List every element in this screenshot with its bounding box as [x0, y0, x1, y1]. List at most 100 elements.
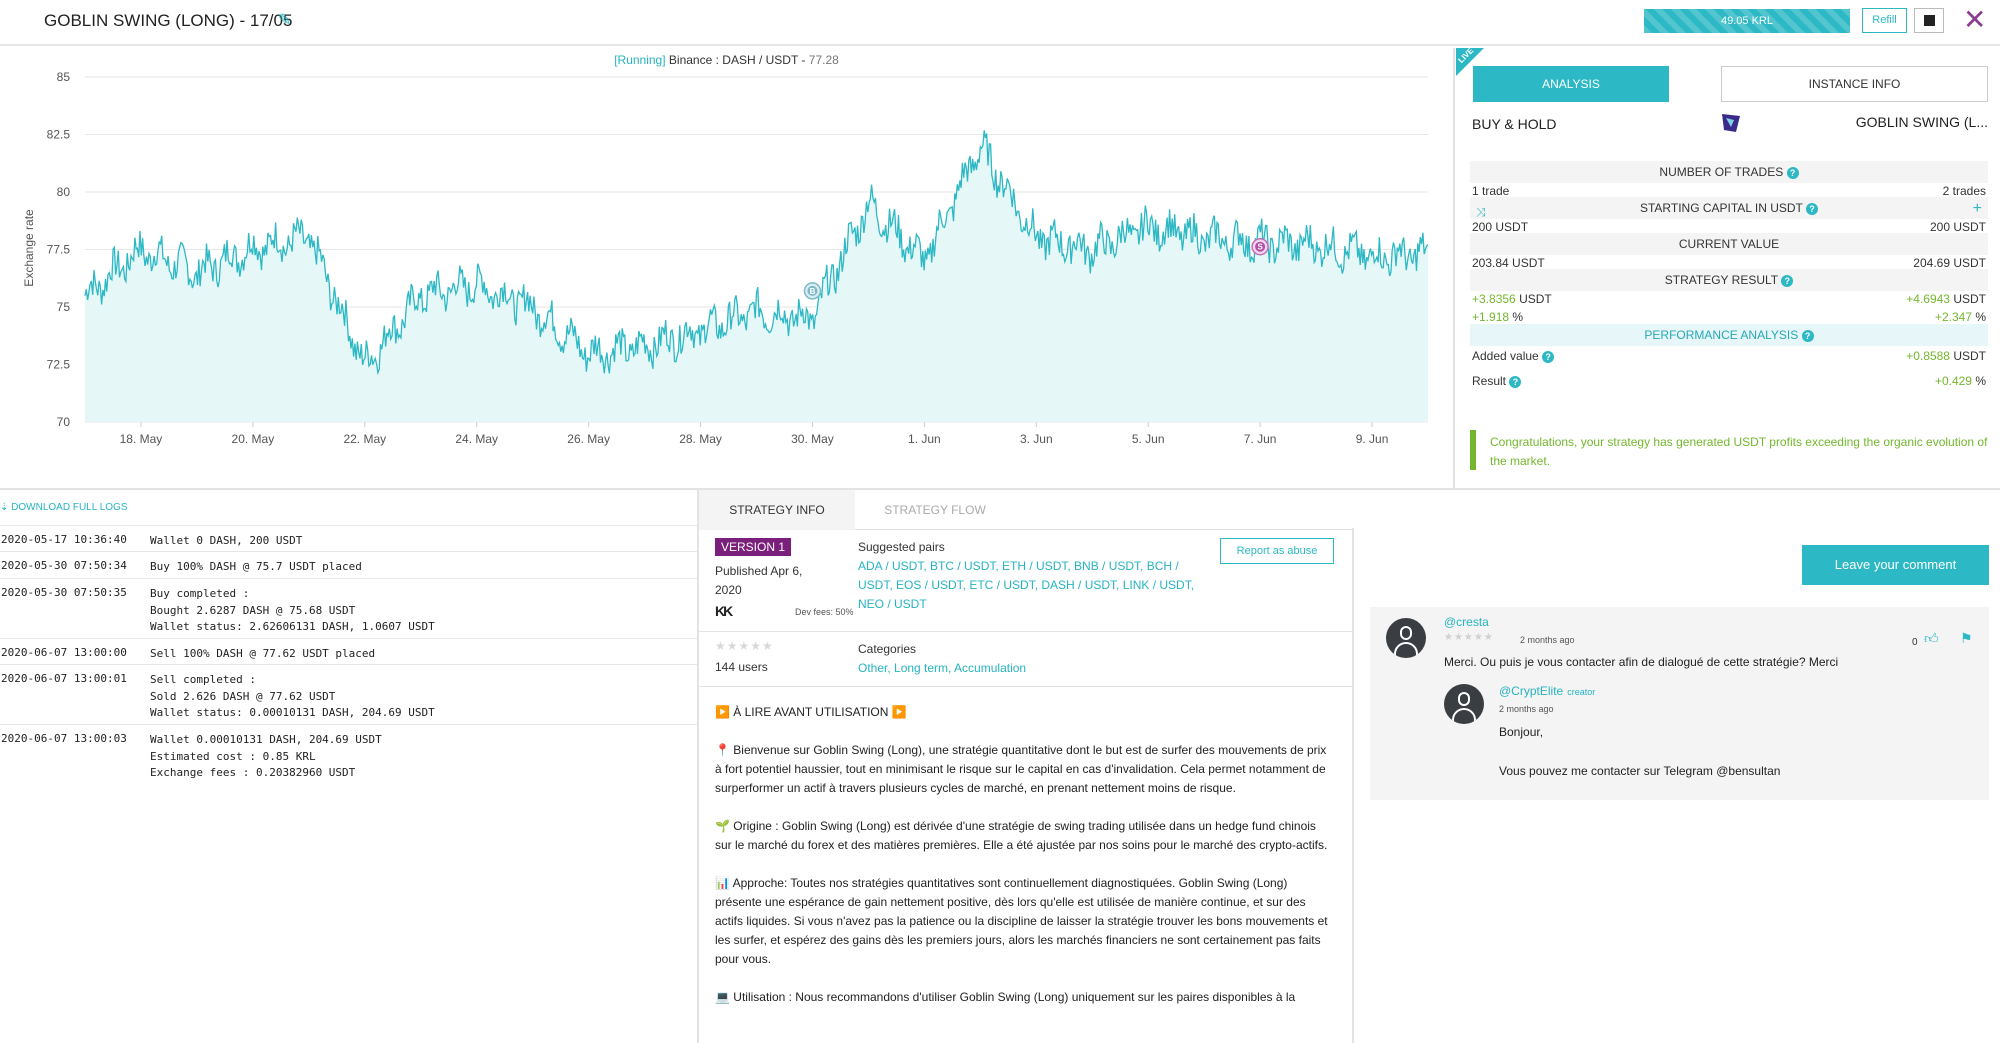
flag-icon[interactable]: ⚑ [1960, 630, 1973, 647]
version-badge: VERSION 1 [715, 538, 792, 556]
page-title: GOBLIN SWING (LONG) - 17/05 [44, 11, 293, 30]
help-icon[interactable]: ? [1509, 375, 1522, 388]
stop-button[interactable] [1914, 8, 1944, 33]
x-tick-label: 24. May [455, 432, 498, 446]
suggested-pairs-list[interactable]: ADA / USDT, BTC / USDT, ETH / USDT, BNB … [858, 557, 1198, 614]
y-tick-label: 82.5 [47, 128, 71, 142]
creator-tag: creator [1567, 687, 1596, 697]
capital-label: STARTING CAPITAL IN USDT [1639, 201, 1803, 215]
reply-date: 2 months ago [1499, 704, 1554, 714]
help-icon[interactable]: ? [1801, 329, 1814, 342]
strategy-result-label: STRATEGY RESULT [1664, 273, 1778, 287]
y-tick-label: 72.5 [47, 358, 71, 372]
log-message: Buy completed : Bought 2.6287 DASH @ 75.… [150, 587, 435, 633]
divider [699, 631, 1352, 632]
num-trades-label: NUMBER OF TRADES [1659, 165, 1784, 179]
x-tick-label: 7. Jun [1244, 432, 1277, 446]
description-paragraph: 📍 Bienvenue sur Goblin Swing (Long), une… [715, 743, 1327, 795]
log-timestamp: 2020-05-30 07:50:35 [1, 586, 127, 599]
strategy-tabs: STRATEGY INFO STRATEGY FLOW [699, 490, 1352, 530]
y-axis-label: Exchange rate [22, 209, 36, 287]
log-message: Wallet 0 DASH, 200 USDT [150, 534, 303, 547]
comment-author[interactable]: @cresta [1444, 615, 1489, 629]
result-label: Result ? [1472, 374, 1522, 388]
chart-status: [Running] [614, 53, 666, 67]
x-tick-label: 26. May [567, 432, 610, 446]
log-message: Sell completed : Sold 2.626 DASH @ 77.62… [150, 673, 435, 719]
x-tick-label: 22. May [343, 432, 386, 446]
help-icon[interactable]: ? [1781, 274, 1794, 287]
log-message: Sell 100% DASH @ 77.62 USDT placed [150, 647, 376, 660]
author-logo[interactable]: KK [715, 603, 733, 619]
panel-divider [1453, 48, 1455, 490]
x-tick-label: 20. May [232, 432, 275, 446]
description-paragraph: 🌱 Origine : Goblin Swing (Long) est déri… [715, 819, 1328, 852]
strategy-info-panel: STRATEGY INFO STRATEGY FLOW VERSION 1 Pu… [699, 490, 1352, 1043]
tab-instance-info[interactable]: INSTANCE INFO [1721, 66, 1988, 102]
help-icon[interactable]: ? [1542, 350, 1555, 363]
trades-benchmark: 1 trade [1472, 184, 1510, 198]
refill-button[interactable]: Refill [1862, 8, 1907, 33]
log-entry: 2020-05-17 10:36:40 Wallet 0 DASH, 200 U… [0, 525, 697, 551]
report-abuse-button[interactable]: Report as abuse [1220, 538, 1334, 564]
x-tick-label: 30. May [791, 432, 834, 446]
credits-label: 49.05 KRL [1721, 15, 1773, 27]
help-icon[interactable]: ? [1786, 166, 1799, 179]
chart-price: 77.28 [808, 53, 839, 67]
reply-author[interactable]: @CryptElite creator [1499, 684, 1595, 698]
result-value: +0.429 % [1934, 374, 1986, 388]
result-benchmark-usdt: +3.8356 USDT [1472, 292, 1552, 306]
divider [699, 686, 1352, 687]
reply-text-line: Bonjour, [1499, 725, 1544, 739]
log-entry: 2020-05-30 07:50:35 Buy completed : Boug… [0, 578, 697, 638]
log-entry: 2020-06-07 13:00:03 Wallet 0.00010131 DA… [0, 724, 697, 784]
tab-analysis[interactable]: ANALYSIS [1473, 66, 1669, 102]
credits-progress-bar: 49.05 KRL [1644, 9, 1850, 33]
download-icon: ⇣ [0, 502, 9, 513]
y-tick-label: 70 [57, 415, 71, 429]
y-tick-label: 77.5 [47, 243, 71, 257]
comment-rating-stars: ★★★★★ [1444, 632, 1494, 643]
log-timestamp: 2020-05-17 10:36:40 [1, 533, 127, 546]
strategy-description: ▶️ À LIRE AVANT UTILISATION ▶️ 📍 Bienven… [715, 703, 1335, 1026]
comment-thread: @cresta ★★★★★ 2 months ago 0 👍︎ ⚑ Merci.… [1370, 607, 1989, 800]
added-value-row: Added value ? +0.8588 USDT [1470, 344, 1988, 366]
x-tick-label: 5. Jun [1132, 432, 1165, 446]
header-bar: GOBLIN SWING (LONG) - 17/05 ✎ 49.05 KRL … [0, 0, 2000, 46]
avatar[interactable] [1444, 684, 1484, 724]
rating-stars[interactable]: ★★★★★ [715, 639, 774, 653]
performance-header: PERFORMANCE ANALYSIS ? [1470, 324, 1988, 346]
log-timestamp: 2020-06-07 13:00:01 [1, 672, 127, 685]
avatar[interactable] [1386, 618, 1426, 658]
log-entry: 2020-06-07 13:00:00 Sell 100% DASH @ 77.… [0, 638, 697, 664]
tab-strategy-info[interactable]: STRATEGY INFO [699, 490, 855, 530]
pencil-edit-icon[interactable]: ✎ [278, 10, 291, 30]
close-icon[interactable]: ✕ [1963, 5, 1986, 35]
thumbs-up-icon[interactable]: 👍︎ [1924, 630, 1939, 647]
comments-panel: Leave your comment @cresta ★★★★★ 2 month… [1354, 490, 2000, 1043]
suggested-pairs-title: Suggested pairs [858, 540, 945, 554]
log-timestamp: 2020-06-07 13:00:00 [1, 646, 127, 659]
leave-comment-button[interactable]: Leave your comment [1802, 545, 1989, 585]
help-icon[interactable]: ? [1806, 202, 1819, 215]
price-chart-svg: 85 82.5 80 77.5 75 72.5 70 18. May 20. May 22. Ma… [22, 70, 1429, 446]
x-tick-label: 18. May [120, 432, 163, 446]
categories-title: Categories [858, 642, 917, 656]
like-count: 0 [1912, 637, 1918, 648]
download-logs-link[interactable]: ⇣ DOWNLOAD FULL LOGS [0, 502, 128, 513]
log-timestamp: 2020-06-07 13:00:03 [1, 732, 127, 745]
tab-strategy-flow[interactable]: STRATEGY FLOW [855, 490, 1015, 530]
performance-label: PERFORMANCE ANALYSIS [1644, 328, 1799, 342]
logs-panel: ⇣ DOWNLOAD FULL LOGS 2020-05-17 10:36:40… [0, 490, 697, 1043]
users-count: 144 users [715, 660, 768, 674]
congratulations-message: Congratulations, your strategy has gener… [1470, 430, 1988, 470]
trades-strategy: 2 trades [1942, 184, 1986, 198]
description-paragraph: 💻 Utilisation : Nous recommandons d'util… [715, 990, 1296, 1004]
x-tick-label: 28. May [679, 432, 722, 446]
description-paragraph: 📊 Approche: Toutes nos stratégies quanti… [715, 876, 1328, 966]
strategy-name: GOBLIN SWING (L... [1855, 114, 1988, 130]
chart-pair: DASH / USDT - [722, 53, 806, 67]
categories-list[interactable]: Other, Long term, Accumulation [858, 661, 1026, 675]
log-message: Wallet 0.00010131 DASH, 204.69 USDT Esti… [150, 733, 382, 779]
capital-strategy: 200 USDT [1929, 220, 1986, 234]
